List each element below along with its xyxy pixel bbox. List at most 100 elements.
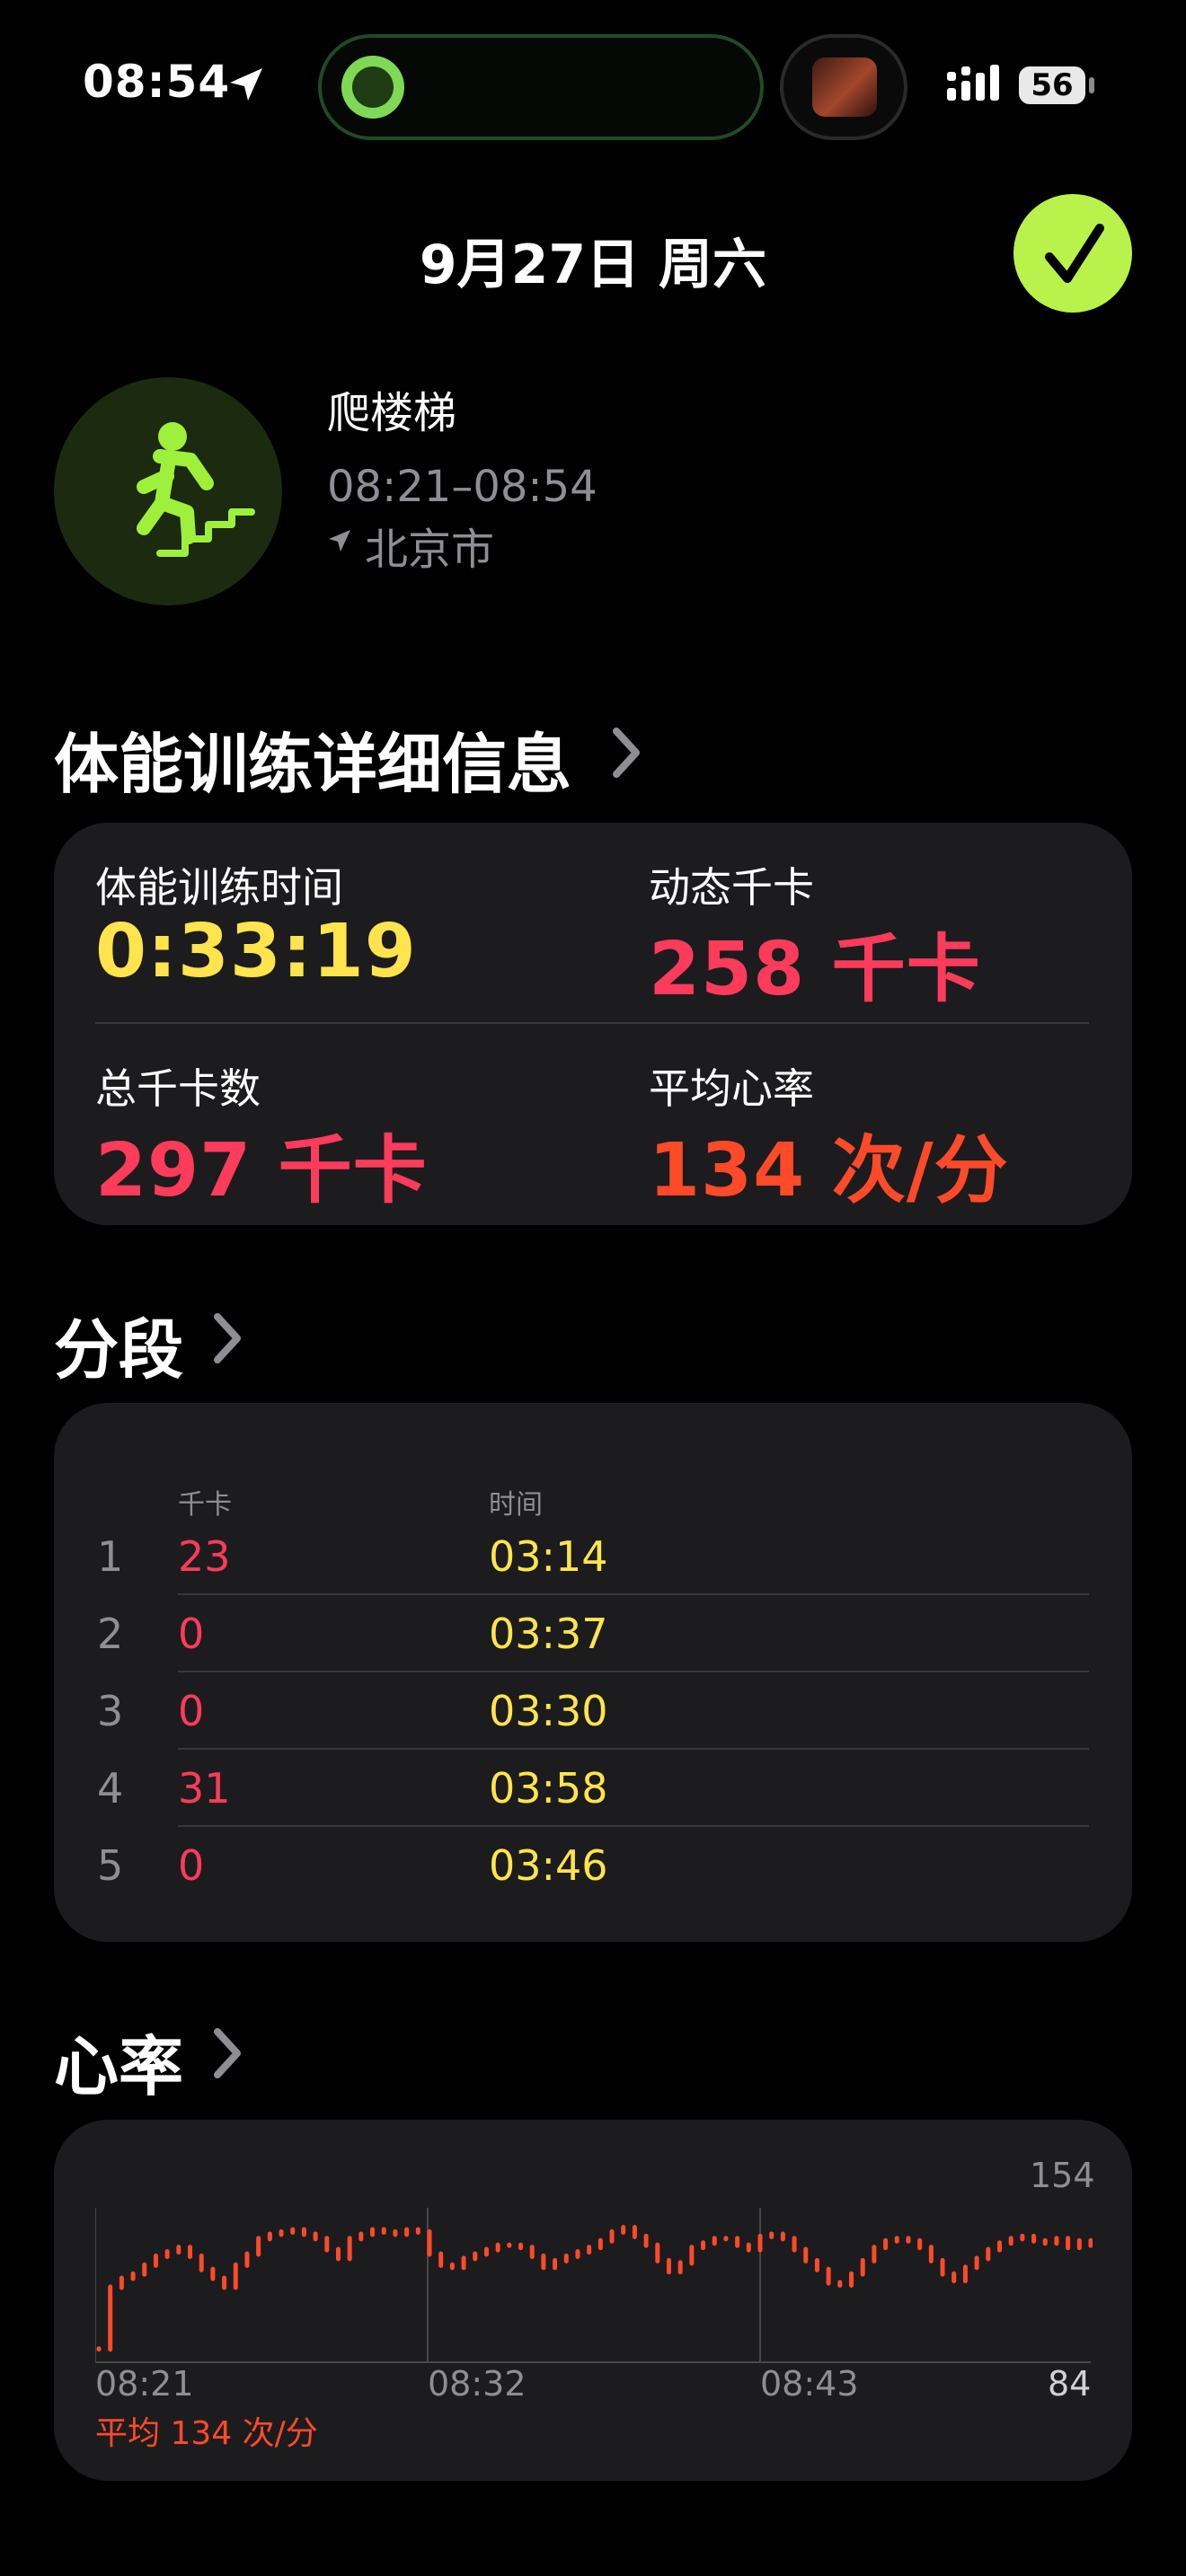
heart-rate-sample	[643, 2233, 649, 2248]
heart-rate-sample	[849, 2271, 854, 2288]
heart-rate-sample	[119, 2275, 124, 2290]
heart-rate-sample	[1020, 2233, 1025, 2242]
split-time: 03:14	[489, 1532, 608, 1581]
chart-ymax-label: 154	[1030, 2156, 1095, 2195]
page-title: 9月27日 周六	[419, 234, 767, 296]
album-art-thumbnail	[812, 57, 877, 117]
heart-rate-sample	[199, 2254, 204, 2272]
split-time: 03:58	[489, 1764, 608, 1813]
heart-rate-sample	[996, 2240, 1002, 2253]
heart-rate-section-title[interactable]: 心率	[54, 2014, 183, 2108]
workout-location: 北京市	[365, 525, 495, 575]
chevron-right-icon[interactable]	[607, 724, 647, 781]
chart-x-label: 08:21	[95, 2364, 194, 2404]
heart-rate-sample	[427, 2229, 432, 2257]
location-arrow-icon	[329, 530, 350, 551]
divider	[178, 1593, 1089, 1595]
split-calories: 31	[178, 1764, 231, 1813]
heart-rate-sample	[313, 2231, 318, 2242]
chevron-right-icon[interactable]	[208, 2025, 248, 2082]
chart-x-label: 08:43	[760, 2364, 859, 2404]
metric-label-active-kcal: 动态千卡	[649, 863, 814, 912]
heart-rate-sample	[609, 2229, 615, 2244]
heart-rate-sample	[335, 2246, 341, 2262]
heart-rate-sample	[712, 2236, 717, 2246]
split-calories: 0	[178, 1610, 205, 1658]
heart-rate-sample	[621, 2225, 626, 2236]
chart-x-label: 08:32	[428, 2364, 527, 2404]
checkmark-icon	[1045, 224, 1104, 283]
status-time: 08:54	[83, 56, 231, 108]
heart-rate-sample	[495, 2242, 500, 2253]
heart-rate-sample	[210, 2266, 216, 2281]
stair-climbing-icon	[54, 377, 282, 605]
heart-rate-sample	[883, 2237, 889, 2251]
split-index: 2	[97, 1610, 124, 1658]
divider	[178, 1671, 1089, 1672]
heart-rate-sample	[1031, 2233, 1037, 2244]
heart-rate-sample	[928, 2245, 934, 2263]
heart-rate-sample	[541, 2254, 546, 2271]
heart-rate-sample	[324, 2236, 330, 2253]
heart-rate-sample	[256, 2236, 261, 2257]
heart-rate-sample	[415, 2227, 420, 2236]
heart-rate-sample	[449, 2262, 455, 2271]
heart-rate-sample	[597, 2237, 603, 2251]
heart-rate-sample	[792, 2236, 797, 2253]
splits-col-calories: 千卡	[178, 1489, 232, 1521]
chevron-right-icon[interactable]	[208, 1310, 248, 1367]
split-time: 03:46	[489, 1841, 608, 1890]
heart-rate-sample	[347, 2236, 352, 2262]
heart-rate-sample	[587, 2245, 592, 2255]
metric-value-active-kcal: 258 千卡	[649, 927, 981, 1012]
splits-section-title[interactable]: 分段	[54, 1297, 183, 1391]
heart-rate-sample	[757, 2233, 763, 2253]
heart-rate-sample	[701, 2240, 706, 2251]
heart-rate-sample	[267, 2231, 272, 2242]
location-arrow-icon	[230, 68, 262, 101]
split-calories: 0	[178, 1687, 205, 1735]
heart-rate-sample	[301, 2227, 306, 2237]
split-index: 1	[97, 1532, 124, 1581]
heart-rate-sample	[1042, 2237, 1048, 2246]
heart-rate-sample	[483, 2246, 489, 2257]
heart-rate-sample	[370, 2227, 376, 2237]
divider	[178, 1748, 1089, 1750]
heart-rate-sample	[723, 2236, 729, 2242]
heart-rate-sample	[894, 2236, 899, 2244]
heart-rate-sample	[769, 2231, 774, 2239]
metric-label-duration: 体能训练时间	[95, 863, 343, 912]
heart-rate-sample	[563, 2254, 569, 2263]
heart-rate-sample	[860, 2257, 865, 2277]
splits-col-time: 时间	[489, 1489, 543, 1521]
heart-rate-sample	[290, 2227, 296, 2236]
heart-rate-sample	[142, 2262, 147, 2277]
heart-rate-sample	[1088, 2237, 1093, 2248]
heart-rate-sample	[164, 2249, 170, 2260]
heart-rate-sample	[188, 2245, 193, 2260]
heart-rate-sample	[279, 2229, 284, 2237]
battery-tip	[1089, 77, 1094, 93]
heart-rate-sample	[962, 2264, 968, 2284]
workout-name: 爬楼梯	[327, 388, 457, 438]
heart-rate-sample	[917, 2237, 923, 2251]
metric-value-avg-hr: 134 次/分	[649, 1128, 1009, 1213]
heart-rate-sample	[461, 2255, 466, 2271]
heart-rate-sample	[233, 2262, 238, 2290]
heart-rate-sample	[438, 2251, 444, 2268]
heart-rate-sample	[1076, 2237, 1082, 2251]
heart-rate-sample	[358, 2231, 364, 2242]
heart-rate-sample	[780, 2231, 785, 2242]
divider	[178, 1825, 1089, 1827]
average-heart-rate-label: 平均 134 次/分	[95, 2415, 318, 2452]
chart-ymin-label: 84	[1048, 2364, 1092, 2404]
heart-rate-sample	[553, 2257, 558, 2271]
done-button[interactable]	[1013, 194, 1132, 313]
activity-live-icon-inner	[352, 66, 394, 108]
heart-rate-sample	[404, 2227, 410, 2237]
heart-rate-sample	[803, 2246, 809, 2263]
metric-value-duration: 0:33:19	[95, 909, 417, 994]
split-time: 03:30	[489, 1687, 608, 1735]
details-section-title[interactable]: 体能训练详细信息	[54, 711, 571, 806]
heart-rate-sample	[689, 2245, 695, 2266]
